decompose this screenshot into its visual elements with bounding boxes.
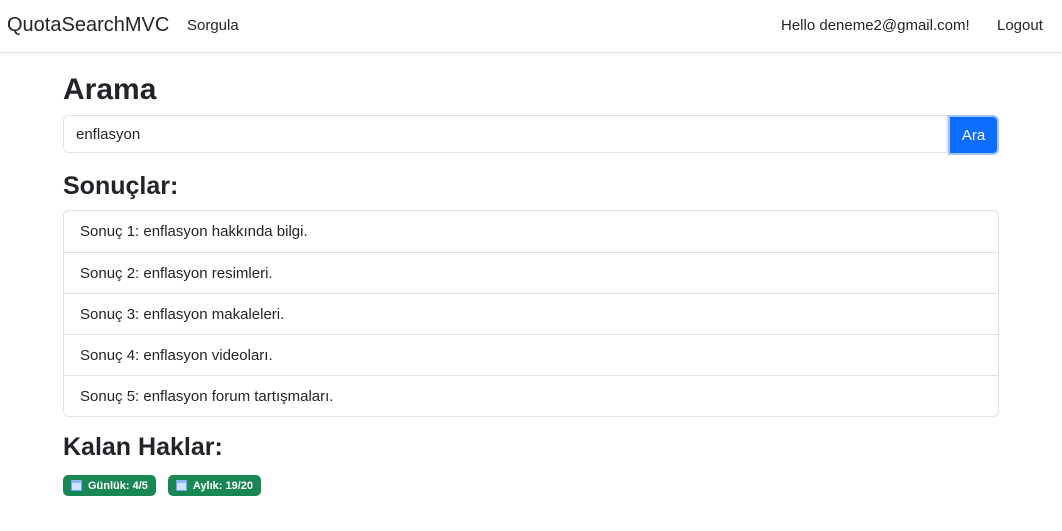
quota-heading: Kalan Haklar: [63,433,223,461]
results-heading: Sonuçlar: [63,172,179,200]
quota-badges: Günlük: 4/5 Aylık: 19/20 [63,475,262,496]
result-item: Sonuç 1: enflasyon hakkında bilgi. [80,223,308,240]
monthly-quota-label: Aylık: 19/20 [192,479,254,492]
navbar: QuotaSearchMVC Sorgula Hello deneme2@gma… [0,0,1062,53]
nav-link-sorgula[interactable]: Sorgula [187,17,239,34]
daily-quota-label: Günlük: 4/5 [88,479,148,492]
navbar-brand[interactable]: QuotaSearchMVC [7,14,169,37]
results-list: Sonuç 1: enflasyon hakkında bilgi. Sonuç… [63,210,999,417]
calendar-icon [175,480,187,491]
page-title: Arama [63,73,157,106]
monthly-quota-badge: Aylık: 19/20 [167,475,262,496]
search-input[interactable] [63,115,948,153]
user-greeting-link[interactable]: Hello deneme2@gmail.com! [781,17,970,34]
result-item: Sonuç 2: enflasyon resimleri. [64,252,998,293]
result-item: Sonuç 5: enflasyon forum tartışmaları. [64,375,998,416]
daily-quota-badge: Günlük: 4/5 [63,475,156,496]
result-item: Sonuç 4: enflasyon videoları. [64,334,998,375]
calendar-icon [71,480,82,491]
logout-link[interactable]: Logout [997,17,1043,34]
result-item: Sonuç 3: enflasyon makaleleri. [64,293,998,334]
search-button[interactable]: Ara [948,115,999,155]
